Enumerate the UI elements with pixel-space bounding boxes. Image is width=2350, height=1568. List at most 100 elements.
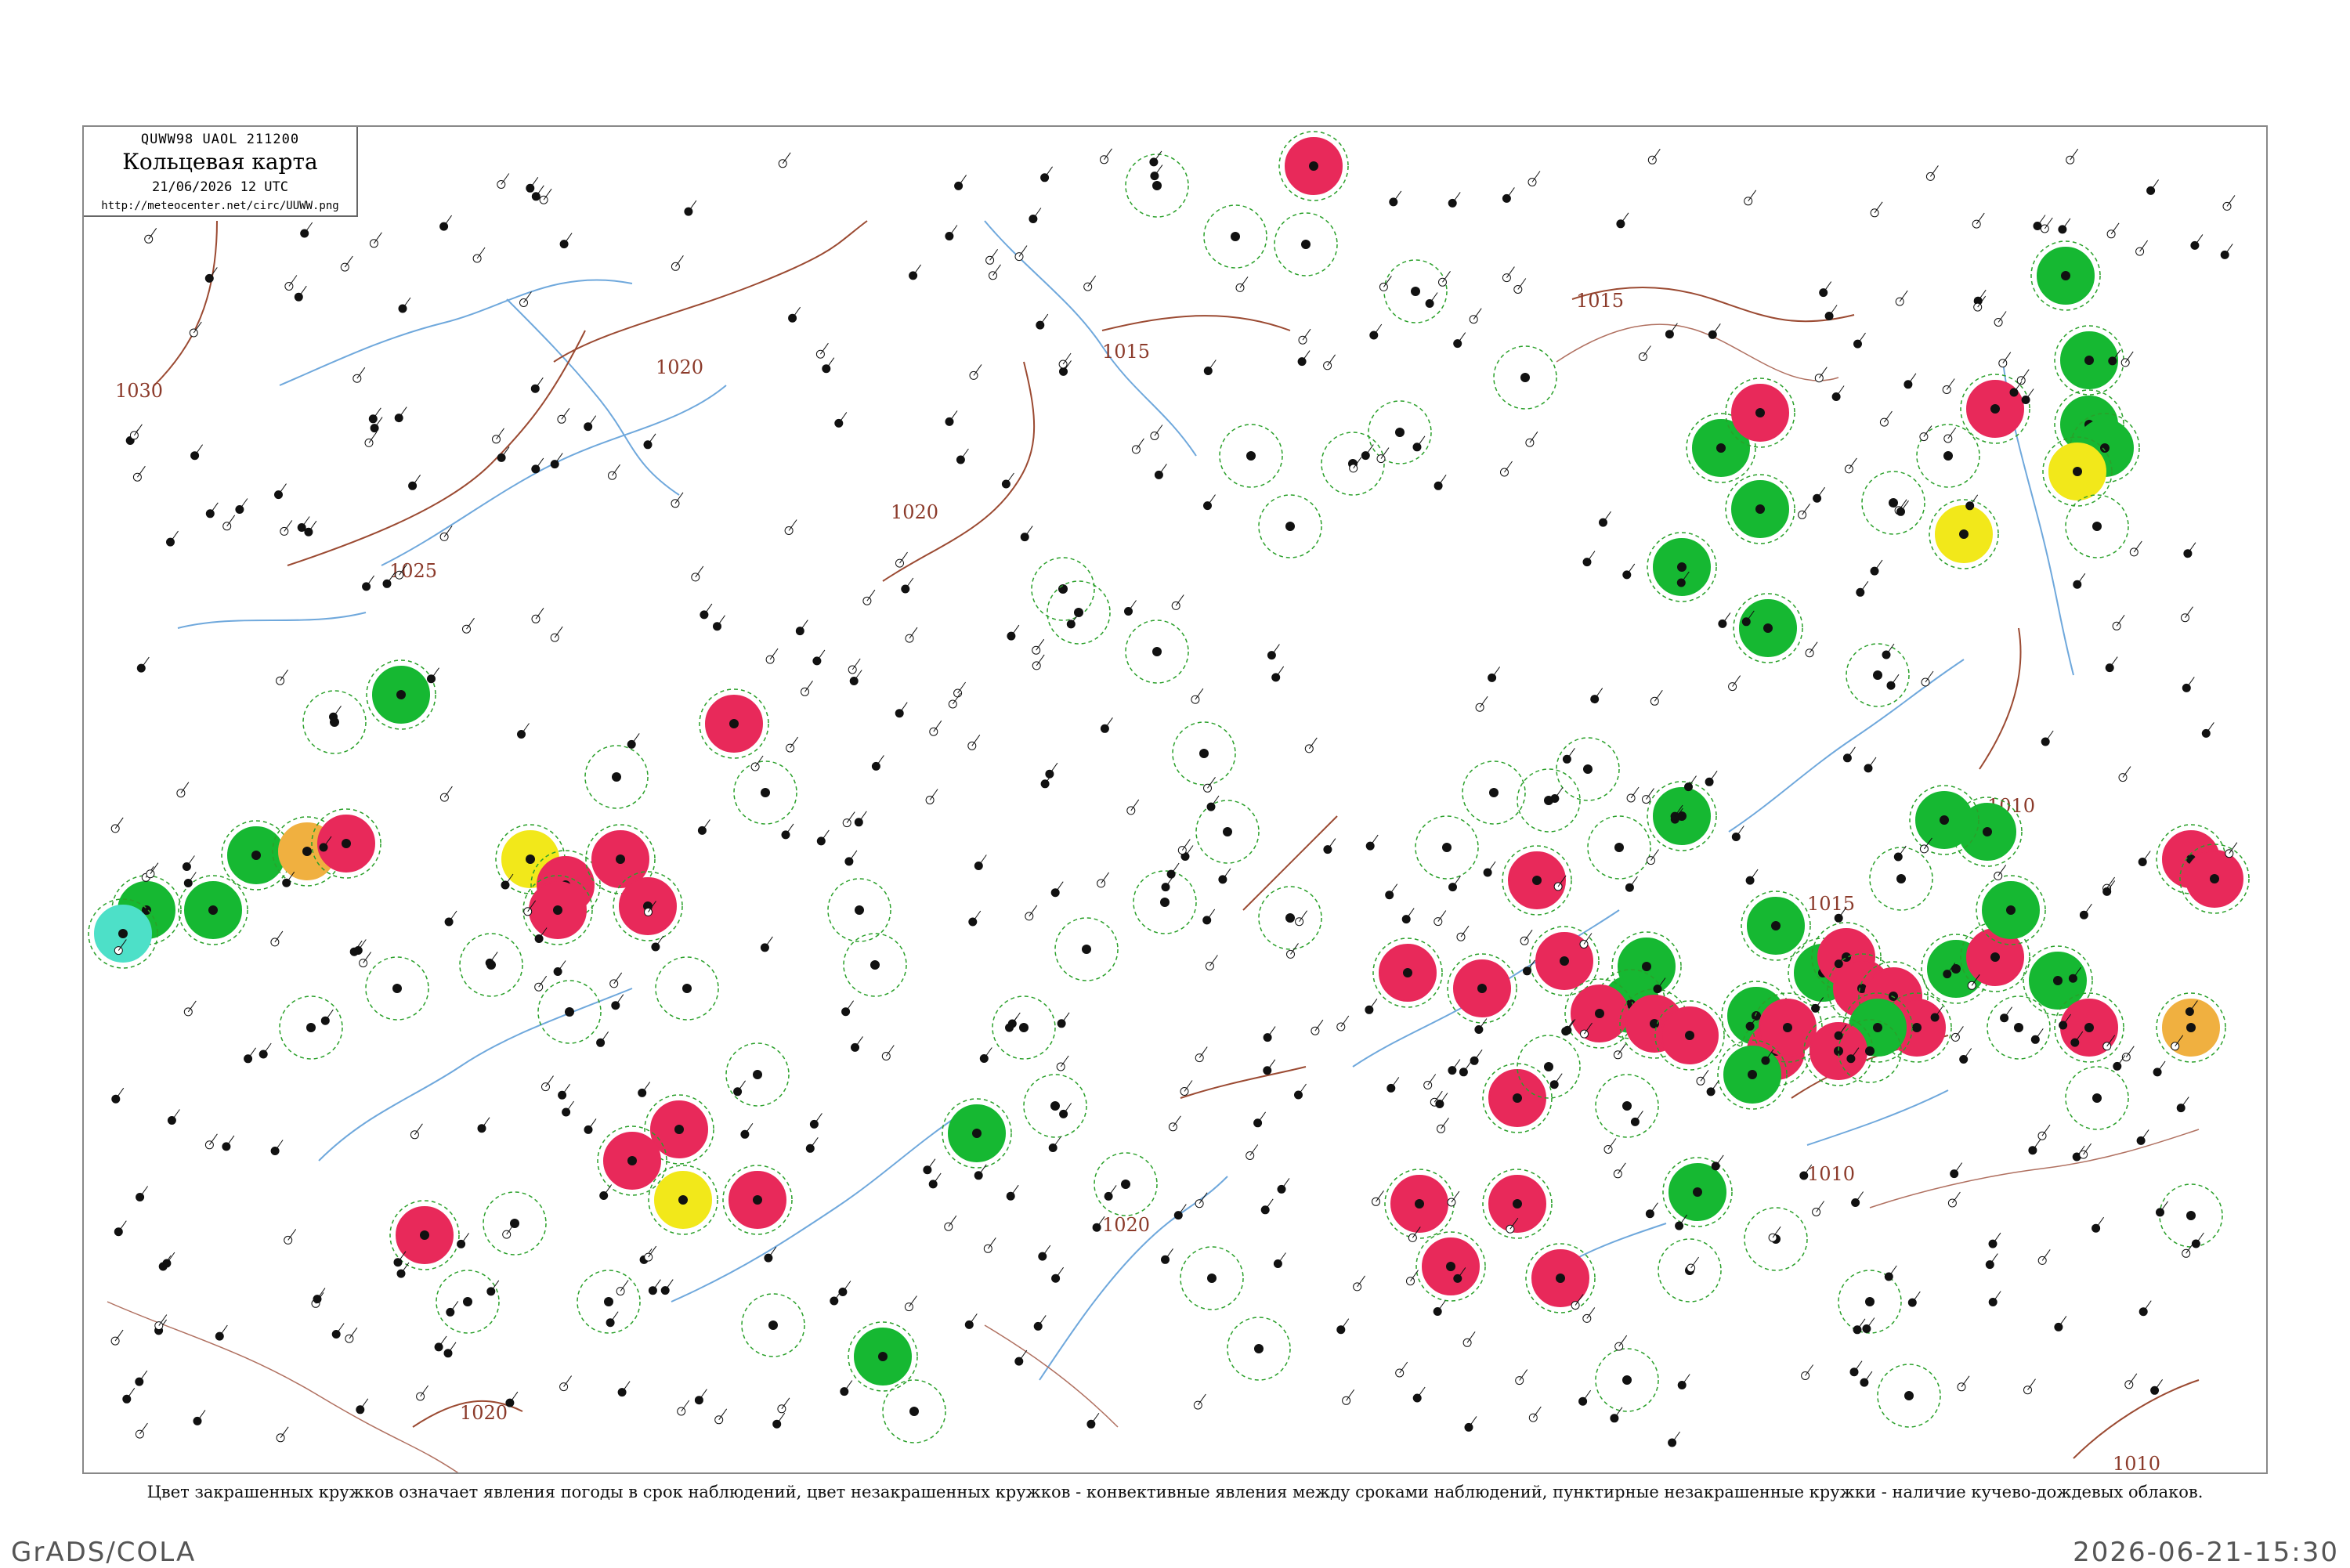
map-canvas: 1030 1025 1020 1020 1020 1015 1015 1015 …	[88, 131, 2250, 1472]
cloud-cover-icon	[510, 1219, 519, 1228]
cloud-cover-icon	[1050, 1101, 1060, 1111]
cloud-cover-icon	[761, 788, 770, 797]
cloud-cover-icon	[1556, 1274, 1565, 1283]
cloud-cover-icon	[396, 690, 406, 699]
cloud-cover-icon	[1763, 623, 1773, 633]
cloud-cover-icon	[1199, 749, 1209, 758]
cloud-cover-icon	[1622, 1101, 1632, 1111]
cloud-cover-icon	[1904, 1391, 1914, 1400]
cloud-cover-icon	[1442, 843, 1452, 852]
cloud-cover-icon	[1513, 1093, 1522, 1103]
isobar-label: 1020	[891, 501, 938, 523]
cloud-cover-icon	[1074, 608, 1083, 617]
station-dot-icon	[294, 292, 303, 302]
cloud-cover-icon	[1951, 964, 1961, 974]
cloud-cover-icon	[1755, 504, 1765, 514]
cloud-cover-icon	[1152, 647, 1162, 656]
cloud-cover-icon	[1990, 952, 2000, 962]
cloud-cover-icon	[2084, 356, 2094, 365]
station-dot-icon	[215, 1331, 224, 1341]
cloud-cover-icon	[2061, 271, 2070, 280]
map-title: Кольцевая карта	[122, 149, 318, 175]
cloud-cover-icon	[1622, 1375, 1632, 1385]
station-dot-icon	[408, 481, 418, 490]
cloud-cover-icon	[1403, 968, 1412, 977]
cloud-cover-icon	[1415, 1199, 1424, 1209]
cloud-cover-icon	[2073, 467, 2082, 476]
isobar-label: 1015	[1576, 290, 1624, 312]
cloud-cover-icon	[1152, 181, 1162, 190]
cloud-cover-icon	[2092, 1093, 2102, 1103]
cloud-cover-icon	[118, 929, 128, 938]
cloud-cover-icon	[392, 984, 402, 993]
cloud-cover-icon	[1873, 1023, 1882, 1032]
cloud-cover-icon	[1532, 876, 1542, 885]
cloud-cover-icon	[1411, 287, 1420, 296]
cloud-cover-icon	[1873, 670, 1882, 680]
cloud-cover-icon	[1642, 962, 1651, 971]
cloud-cover-icon	[251, 851, 261, 860]
cloud-cover-icon	[302, 847, 312, 856]
station-dot-icon	[1131, 445, 1141, 454]
isobar-label: 1015	[1807, 893, 1855, 915]
station-dot-icon	[523, 907, 533, 916]
station-dot-icon	[129, 431, 139, 440]
cloud-cover-icon	[1285, 522, 1295, 531]
isobar-label: 1020	[460, 1402, 508, 1424]
cloud-cover-icon	[1940, 815, 1949, 825]
station-dot-icon	[1349, 464, 1358, 473]
cloud-cover-icon	[1019, 1023, 1029, 1032]
station-dot-icon	[472, 254, 482, 263]
station-dot-icon	[439, 532, 449, 541]
cloud-cover-icon	[1223, 827, 1232, 836]
station-dot-icon	[434, 1342, 443, 1352]
cloud-cover-icon	[616, 854, 625, 864]
station-dot-icon	[1647, 155, 1657, 164]
cloud-cover-icon	[1990, 404, 2000, 414]
station-dot-icon	[1613, 1050, 1622, 1060]
station-dot-icon	[364, 438, 374, 447]
station-dot-icon	[1610, 1414, 1619, 1423]
cloud-cover-icon	[1614, 843, 1624, 852]
cloud-cover-icon	[870, 960, 880, 970]
isobar-label: 1020	[1102, 1214, 1150, 1236]
station-dot-icon	[162, 1259, 172, 1268]
station-dot-icon	[684, 207, 693, 216]
cloud-cover-icon	[972, 1129, 982, 1138]
cloud-cover-icon	[208, 905, 218, 915]
station-dot-icon	[945, 417, 954, 426]
cloud-cover-icon	[463, 1297, 472, 1306]
cloud-cover-icon	[420, 1230, 429, 1240]
cloud-cover-icon	[2014, 1023, 2023, 1032]
station-dot-icon	[1645, 1209, 1654, 1219]
isobar-lines	[154, 220, 2200, 1459]
bulletin-header: QUWW98 UAOL 211200	[140, 132, 300, 147]
cloud-cover-icon	[753, 1070, 762, 1079]
cloud-cover-icon	[2210, 874, 2219, 883]
cloud-cover-icon	[1748, 1070, 1757, 1079]
cloud-cover-icon	[2100, 443, 2110, 453]
station-dot-icon	[1972, 219, 1981, 229]
station-dot-icon	[439, 222, 449, 231]
map-url[interactable]: http://meteocenter.net/circ/UUWW.png	[84, 200, 356, 212]
cloud-cover-icon	[553, 905, 562, 915]
cloud-cover-icon	[1285, 913, 1295, 923]
cloud-cover-icon	[1513, 1199, 1522, 1209]
cloud-cover-icon	[1677, 562, 1687, 572]
cloud-cover-icon	[1246, 451, 1256, 461]
cloud-cover-icon	[1716, 443, 1726, 453]
cloud-cover-icon	[612, 772, 621, 782]
station-dot-icon	[110, 824, 120, 833]
cloud-cover-icon	[1865, 1297, 1875, 1306]
isobar-label: 1020	[656, 356, 703, 378]
station-dot-icon	[204, 273, 214, 283]
cloud-cover-icon	[2053, 976, 2063, 985]
station-dot-icon	[1616, 219, 1625, 229]
cloud-cover-icon	[753, 1195, 762, 1205]
isobar-label: 1010	[1807, 1163, 1855, 1185]
cloud-cover-icon	[1477, 984, 1487, 993]
cloud-cover-icon	[1301, 240, 1311, 249]
cloud-cover-icon	[565, 1007, 574, 1017]
station-dot-icon	[444, 917, 454, 927]
cloud-cover-icon	[1685, 1031, 1694, 1040]
